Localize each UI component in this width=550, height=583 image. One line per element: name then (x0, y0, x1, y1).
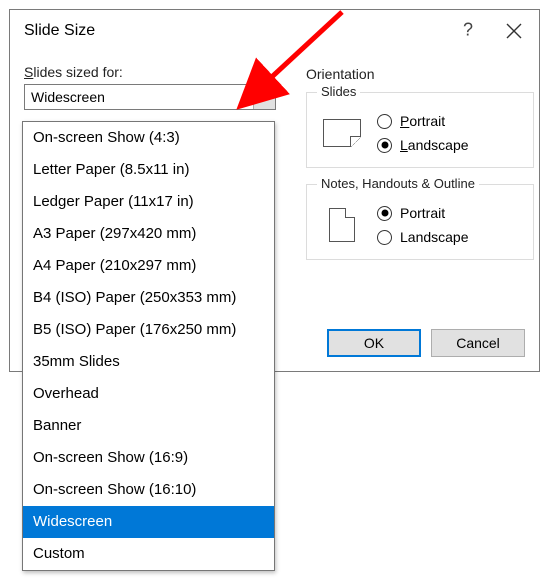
notes-landscape-radio[interactable]: Landscape (377, 229, 469, 245)
dialog-buttons: OK Cancel (327, 329, 525, 357)
close-icon[interactable] (505, 22, 523, 40)
slide-thumb-icon (323, 119, 361, 147)
help-icon[interactable] (459, 22, 477, 40)
dropdown-item[interactable]: 35mm Slides (23, 346, 274, 378)
dropdown-item[interactable]: A4 Paper (210x297 mm) (23, 250, 274, 282)
slides-portrait-radio[interactable]: Portrait (377, 113, 469, 129)
slides-sized-for-dropdown[interactable]: On-screen Show (4:3)Letter Paper (8.5x11… (22, 121, 275, 571)
combo-dropdown-button[interactable] (253, 85, 275, 109)
orientation-label: Orientation (306, 66, 534, 82)
ok-button[interactable]: OK (327, 329, 421, 357)
slides-orientation-group: Slides Portrait Landscape (306, 92, 534, 168)
dropdown-item[interactable]: On-screen Show (16:9) (23, 442, 274, 474)
dropdown-item[interactable]: On-screen Show (4:3) (23, 122, 274, 154)
slides-legend: Slides (317, 84, 360, 99)
radio-icon (377, 230, 392, 245)
orientation-section: Orientation Slides Portrait Landscape (306, 66, 534, 276)
slides-landscape-radio[interactable]: Landscape (377, 137, 469, 153)
radio-icon (377, 114, 392, 129)
dropdown-item[interactable]: B4 (ISO) Paper (250x353 mm) (23, 282, 274, 314)
notes-portrait-radio[interactable]: Portrait (377, 205, 469, 221)
dropdown-item[interactable]: On-screen Show (16:10) (23, 474, 274, 506)
dropdown-item[interactable]: Overhead (23, 378, 274, 410)
dropdown-item[interactable]: Custom (23, 538, 274, 570)
chevron-down-icon (260, 94, 270, 100)
dropdown-item[interactable]: Letter Paper (8.5x11 in) (23, 154, 274, 186)
notes-legend: Notes, Handouts & Outline (317, 176, 479, 191)
combo-selected-text: Widescreen (31, 89, 105, 105)
dialog-title: Slide Size (24, 22, 95, 40)
note-page-icon (329, 208, 355, 242)
cancel-button[interactable]: Cancel (431, 329, 525, 357)
dropdown-item[interactable]: B5 (ISO) Paper (176x250 mm) (23, 314, 274, 346)
titlebar: Slide Size (10, 10, 539, 52)
notes-orientation-group: Notes, Handouts & Outline Portrait Lands… (306, 184, 534, 260)
dropdown-item[interactable]: Widescreen (23, 506, 274, 538)
radio-icon (377, 206, 392, 221)
radio-icon (377, 138, 392, 153)
slides-sized-for-combo[interactable]: Widescreen (24, 84, 276, 110)
dropdown-item[interactable]: Ledger Paper (11x17 in) (23, 186, 274, 218)
dropdown-item[interactable]: Banner (23, 410, 274, 442)
window-controls (459, 22, 527, 40)
dropdown-item[interactable]: A3 Paper (297x420 mm) (23, 218, 274, 250)
